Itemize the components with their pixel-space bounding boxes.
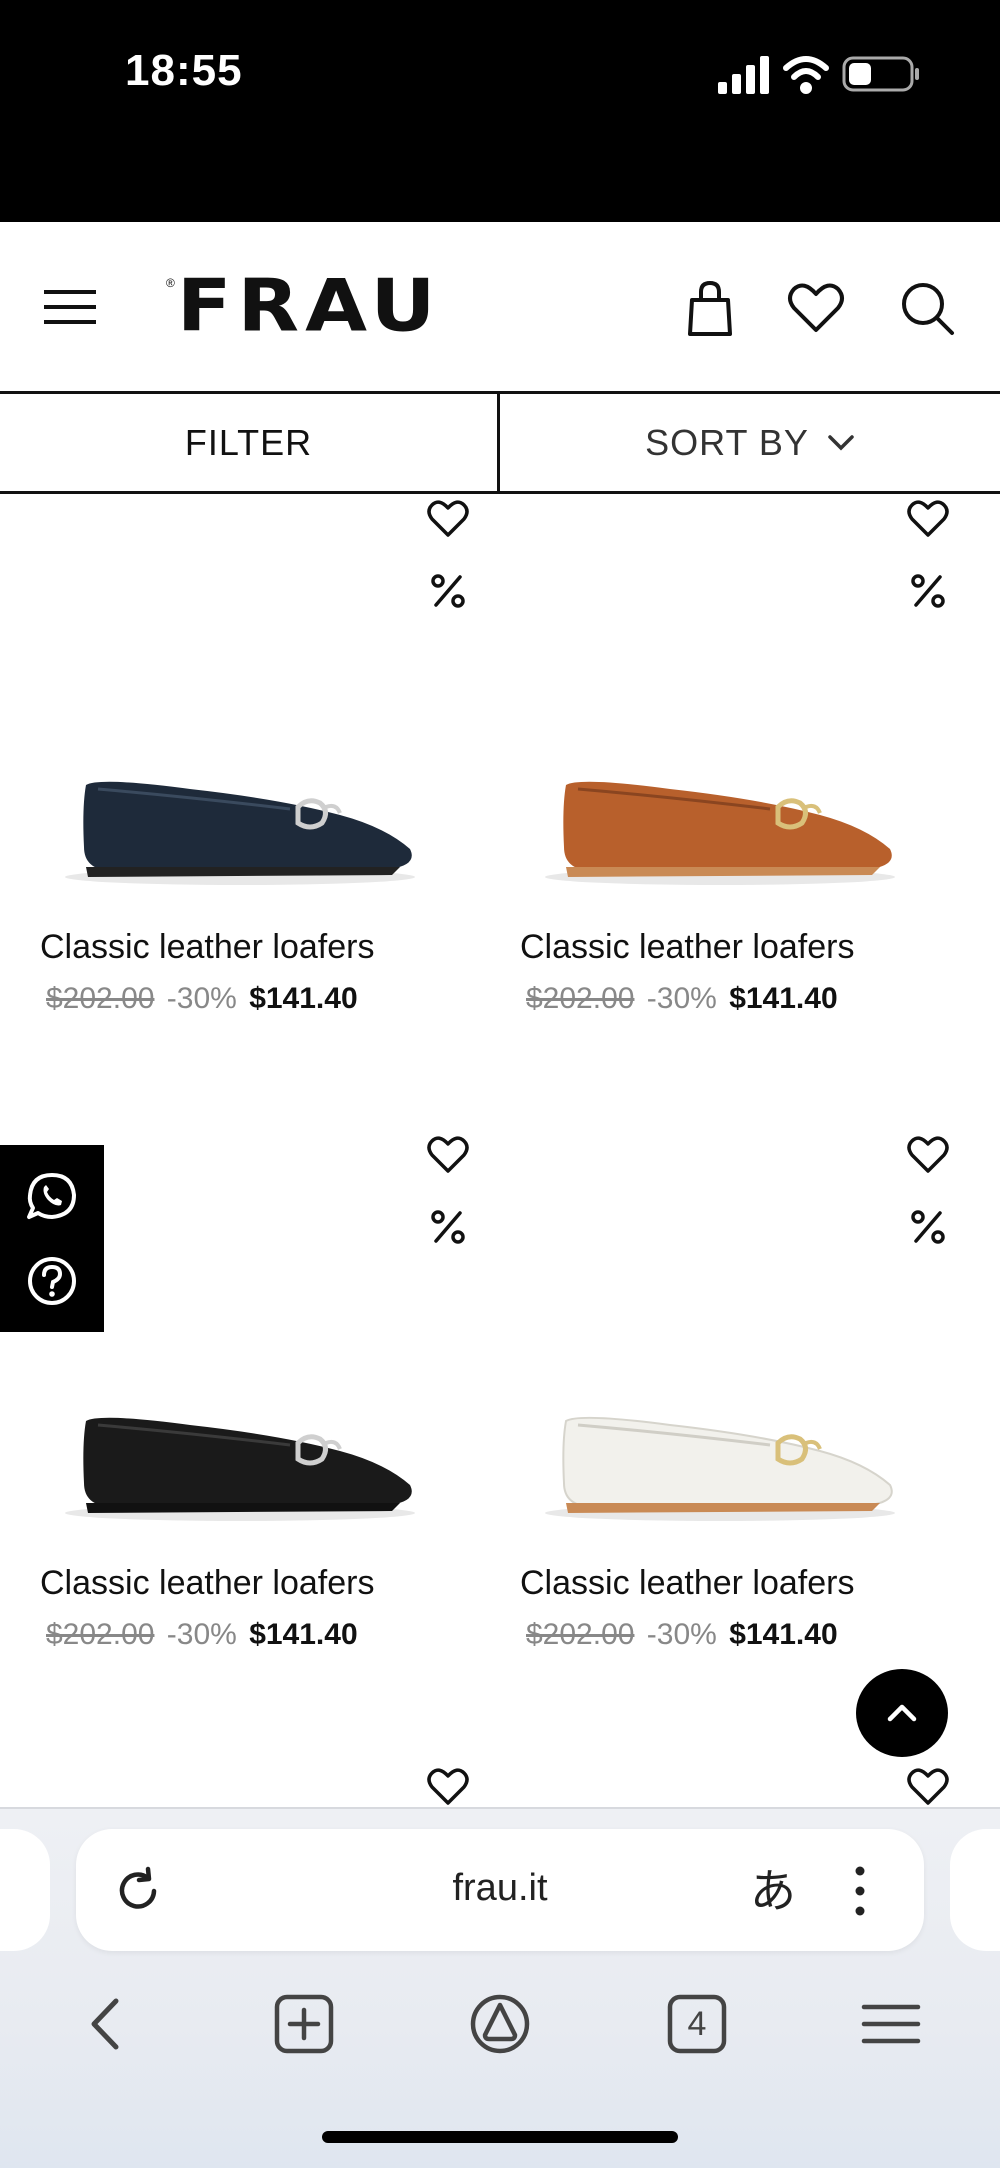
status-time: 18:55 bbox=[125, 46, 243, 95]
product-name[interactable]: Classic leather loafers bbox=[40, 1564, 374, 1603]
product-price: $202.00 -30% $141.40 bbox=[46, 982, 358, 1016]
browser-menu-icon[interactable] bbox=[856, 1989, 926, 2059]
new-tab-plus-icon[interactable] bbox=[269, 1989, 339, 2059]
product-image-loafer[interactable] bbox=[520, 737, 920, 917]
sort-by-label: SORT BY bbox=[645, 421, 809, 463]
filter-sort-bar: FILTER SORT BY bbox=[0, 394, 1000, 494]
registered-mark: ® bbox=[166, 276, 175, 290]
product-name[interactable]: Classic leather loafers bbox=[520, 928, 854, 967]
whatsapp-icon[interactable] bbox=[24, 1169, 80, 1225]
product-card: Classic leather loafers $202.00 -30% $14… bbox=[480, 497, 960, 1117]
discount-badge: -30% bbox=[646, 1618, 717, 1651]
tab-switcher-button[interactable]: 4 bbox=[662, 1989, 732, 2059]
product-card: Classic leather loafers $202.00 -30% $14… bbox=[480, 1133, 960, 1753]
translate-button[interactable]: あ bbox=[750, 1855, 796, 1921]
status-icons bbox=[718, 56, 919, 94]
discount-badge: -30% bbox=[166, 1618, 237, 1651]
side-help-widget bbox=[0, 1145, 104, 1332]
discount-percent-icon bbox=[911, 574, 945, 608]
original-price: $202.00 bbox=[46, 1618, 155, 1651]
add-to-wishlist-heart-icon[interactable] bbox=[906, 1133, 950, 1177]
product-image-loafer[interactable] bbox=[520, 1373, 920, 1553]
original-price: $202.00 bbox=[526, 982, 635, 1015]
site-header: ® FRAU bbox=[0, 222, 1000, 394]
wifi-icon bbox=[783, 56, 829, 94]
search-icon[interactable] bbox=[898, 278, 958, 338]
add-to-wishlist-heart-icon[interactable] bbox=[426, 1765, 470, 1807]
original-price: $202.00 bbox=[46, 982, 155, 1015]
url-text[interactable]: frau.it bbox=[76, 1867, 924, 1910]
browser-toolbar: frau.it あ 4 bbox=[0, 1807, 1000, 2168]
discount-badge: -30% bbox=[646, 982, 717, 1015]
back-to-top-button[interactable] bbox=[856, 1669, 948, 1757]
brand-logo[interactable]: ® FRAU bbox=[166, 270, 442, 350]
product-name[interactable]: Classic leather loafers bbox=[40, 928, 374, 967]
help-question-icon[interactable] bbox=[24, 1253, 80, 1309]
logo-text: FRAU bbox=[176, 263, 442, 348]
product-price: $202.00 -30% $141.40 bbox=[526, 982, 838, 1016]
tab-count: 4 bbox=[687, 2004, 707, 2043]
battery-icon bbox=[842, 56, 919, 92]
chevron-down-icon bbox=[828, 434, 854, 450]
address-bar[interactable]: frau.it あ bbox=[76, 1829, 924, 1951]
product-image-loafer[interactable] bbox=[40, 1373, 440, 1553]
discount-percent-icon bbox=[911, 1210, 945, 1244]
add-to-wishlist-heart-icon[interactable] bbox=[906, 497, 950, 541]
filter-button[interactable]: FILTER bbox=[0, 394, 500, 491]
sale-price: $141.40 bbox=[729, 1618, 838, 1651]
original-price: $202.00 bbox=[526, 1618, 635, 1651]
discount-percent-icon bbox=[431, 574, 465, 608]
discount-percent-icon bbox=[431, 1210, 465, 1244]
status-bar: 18:55 bbox=[0, 0, 1000, 222]
more-options-icon[interactable] bbox=[850, 1861, 870, 1921]
chevron-up-icon bbox=[887, 1704, 917, 1722]
hamburger-menu-icon[interactable] bbox=[40, 282, 100, 332]
sale-price: $141.40 bbox=[249, 1618, 358, 1651]
sale-price: $141.40 bbox=[729, 982, 838, 1015]
browser-home-icon[interactable] bbox=[465, 1989, 535, 2059]
home-indicator[interactable] bbox=[322, 2131, 678, 2143]
product-name[interactable]: Classic leather loafers bbox=[520, 1564, 854, 1603]
product-card: Classic leather loafers $202.00 -30% $14… bbox=[0, 497, 480, 1117]
product-price: $202.00 -30% $141.40 bbox=[526, 1618, 838, 1652]
product-price: $202.00 -30% $141.40 bbox=[46, 1618, 358, 1652]
product-image-loafer[interactable] bbox=[40, 737, 440, 917]
wishlist-heart-icon[interactable] bbox=[786, 278, 846, 338]
back-arrow-icon[interactable] bbox=[72, 1989, 142, 2059]
product-grid: Classic leather loafers $202.00 -30% $14… bbox=[0, 497, 1000, 1807]
next-tab-pill[interactable] bbox=[950, 1829, 1000, 1951]
sale-price: $141.40 bbox=[249, 982, 358, 1015]
discount-badge: -30% bbox=[166, 982, 237, 1015]
previous-tab-pill[interactable] bbox=[0, 1829, 50, 1951]
add-to-wishlist-heart-icon[interactable] bbox=[426, 497, 470, 541]
shopping-bag-icon[interactable] bbox=[680, 278, 740, 338]
add-to-wishlist-heart-icon[interactable] bbox=[426, 1133, 470, 1177]
cellular-signal-icon bbox=[718, 56, 769, 94]
add-to-wishlist-heart-icon[interactable] bbox=[906, 1765, 950, 1807]
sort-by-button[interactable]: SORT BY bbox=[500, 394, 1000, 491]
